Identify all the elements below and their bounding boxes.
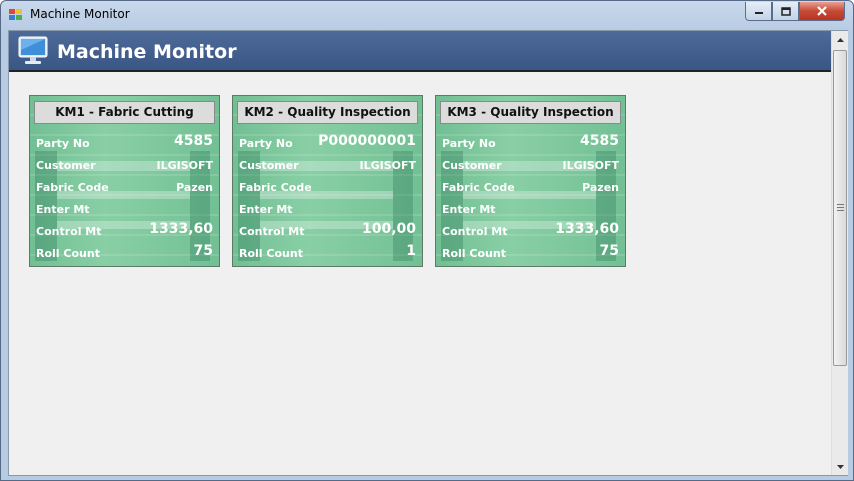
client-area: Machine Monitor KM1 - Fabric Cutting Par… [8,30,848,476]
scroll-up-button[interactable] [832,31,848,48]
control-mt-row: Control Mt 100,00 [239,221,416,239]
close-icon [817,6,827,16]
party-no-row: Party No 4585 [36,133,213,151]
roll-count-row: Roll Count 75 [442,243,619,261]
fabric-code-row: Fabric Code Pazen [442,177,619,195]
customer-value: ILGISOFT [562,159,619,172]
enter-mt-label: Enter Mt [239,203,293,216]
customer-label: Customer [442,159,502,172]
party-no-label: Party No [442,137,496,150]
maximize-icon [780,6,791,16]
header-bar: Machine Monitor [9,31,831,72]
enter-mt-label: Enter Mt [442,203,496,216]
fabric-code-label: Fabric Code [442,181,515,194]
arrow-up-icon [836,37,844,42]
roll-count-value: 75 [599,243,619,259]
minimize-icon [754,12,763,14]
customer-label: Customer [36,159,96,172]
minimize-button[interactable] [745,2,772,21]
machine-card-km1[interactable]: KM1 - Fabric Cutting Party No 4585 Custom… [29,95,220,267]
card-title: KM1 - Fabric Cutting [34,101,215,124]
customer-row: Customer ILGISOFT [239,155,416,173]
vertical-scrollbar[interactable] [831,31,848,475]
enter-mt-label: Enter Mt [36,203,90,216]
roll-count-label: Roll Count [36,247,100,260]
app-icon [9,9,22,20]
fabric-code-row: Fabric Code [239,177,416,195]
application-window: Machine Monitor Machine Monitor KM1 - Fa… [0,0,854,481]
scroll-down-button[interactable] [832,458,848,475]
machine-card-km3[interactable]: KM3 - Quality Inspection Party No 4585 Cu… [435,95,626,267]
card-title: KM2 - Quality Inspection [237,101,418,124]
roll-count-value: 1 [406,243,416,259]
party-no-value: P000000001 [318,133,416,149]
fabric-code-value: Pazen [582,181,619,194]
window-title: Machine Monitor [30,7,130,21]
control-mt-label: Control Mt [36,225,102,238]
customer-value: ILGISOFT [359,159,416,172]
customer-value: ILGISOFT [156,159,213,172]
control-mt-value: 1333,60 [555,221,619,237]
roll-count-value: 75 [193,243,213,259]
card-title: KM3 - Quality Inspection [440,101,621,124]
party-no-row: Party No P000000001 [239,133,416,151]
control-mt-label: Control Mt [239,225,305,238]
party-no-row: Party No 4585 [442,133,619,151]
grip-icon [837,204,844,211]
scroll-thumb[interactable] [833,50,847,366]
fabric-code-label: Fabric Code [239,181,312,194]
control-mt-value: 100,00 [361,221,416,237]
fabric-code-row: Fabric Code Pazen [36,177,213,195]
control-mt-label: Control Mt [442,225,508,238]
party-no-value: 4585 [580,133,619,149]
roll-count-row: Roll Count 1 [239,243,416,261]
customer-row: Customer ILGISOFT [442,155,619,173]
control-mt-value: 1333,60 [149,221,213,237]
roll-count-row: Roll Count 75 [36,243,213,261]
roll-count-label: Roll Count [442,247,506,260]
enter-mt-row: Enter Mt [36,199,213,217]
page-title: Machine Monitor [57,41,237,63]
maximize-button[interactable] [772,2,799,21]
control-mt-row: Control Mt 1333,60 [442,221,619,239]
enter-mt-row: Enter Mt [239,199,416,217]
customer-row: Customer ILGISOFT [36,155,213,173]
fabric-code-label: Fabric Code [36,181,109,194]
fabric-code-value: Pazen [176,181,213,194]
arrow-down-icon [836,464,844,469]
control-mt-row: Control Mt 1333,60 [36,221,213,239]
title-bar[interactable]: Machine Monitor [1,1,853,29]
party-no-label: Party No [239,137,293,150]
close-button[interactable] [799,2,845,21]
machine-card-km2[interactable]: KM2 - Quality Inspection Party No P000000… [232,95,423,267]
customer-label: Customer [239,159,299,172]
party-no-label: Party No [36,137,90,150]
party-no-value: 4585 [174,133,213,149]
roll-count-label: Roll Count [239,247,303,260]
enter-mt-row: Enter Mt [442,199,619,217]
monitor-icon [18,36,48,64]
